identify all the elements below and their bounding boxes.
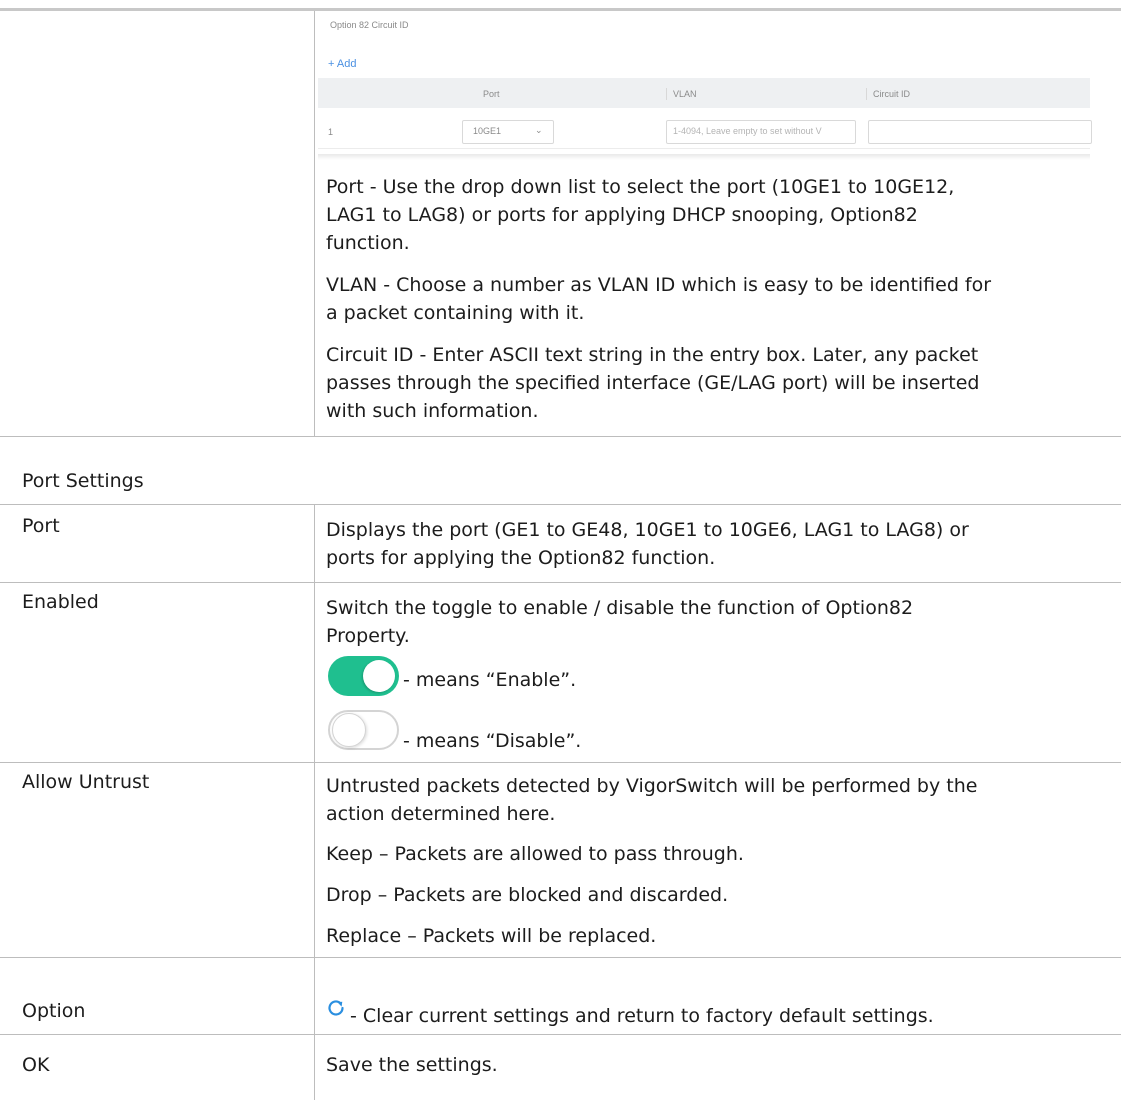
row-divider xyxy=(0,1034,1121,1035)
allow-untrust-row-line: Untrusted packets detected by VigorSwitc… xyxy=(326,775,978,797)
refresh-icon xyxy=(328,1000,344,1016)
top-border xyxy=(0,8,1121,11)
section-label: Option 82 Circuit ID xyxy=(330,20,409,30)
circuit-id-input[interactable] xyxy=(868,120,1092,144)
row-label-ok: OK xyxy=(22,1054,50,1076)
row-label-allow-untrust: Allow Untrust xyxy=(22,771,150,793)
drop-option-text: Drop – Packets are blocked and discarded… xyxy=(326,884,729,906)
chevron-down-icon: ⌄ xyxy=(535,125,543,135)
circuit-id-description-line: passes through the specified interface (… xyxy=(326,372,980,394)
column-divider xyxy=(314,11,315,436)
port-select-value: 10GE1 xyxy=(473,126,502,136)
header-separator xyxy=(666,88,667,100)
add-button[interactable]: + Add xyxy=(328,58,356,70)
port-description-line: function. xyxy=(326,232,410,254)
ok-description: Save the settings. xyxy=(326,1054,498,1076)
row-index: 1 xyxy=(328,127,334,137)
table-header xyxy=(318,78,1090,108)
row-divider xyxy=(0,957,1121,958)
replace-option-text: Replace – Packets will be replaced. xyxy=(326,925,657,947)
row-divider xyxy=(0,436,1121,437)
circuit-id-description-line: with such information. xyxy=(326,400,539,422)
port-description-line: Port - Use the drop down list to select … xyxy=(326,176,955,198)
option-description: - Clear current settings and return to f… xyxy=(350,1005,934,1027)
enabled-row-line: Property. xyxy=(326,625,410,647)
vlan-description-line: VLAN - Choose a number as VLAN ID which … xyxy=(326,274,992,296)
column-header-circuit-id: Circuit ID xyxy=(873,89,911,99)
row-divider xyxy=(0,504,1121,505)
toggle-knob xyxy=(363,660,395,692)
circuit-id-screenshot: Option 82 Circuit ID + Add Port VLAN Cir… xyxy=(318,14,1098,162)
row-label-port: Port xyxy=(22,515,60,537)
row-label-option: Option xyxy=(22,1000,86,1022)
enabled-row-line: Switch the toggle to enable / disable th… xyxy=(326,597,914,619)
header-separator xyxy=(866,88,867,100)
disable-caption: - means “Disable”. xyxy=(403,730,582,752)
circuit-id-description-line: Circuit ID - Enter ASCII text string in … xyxy=(326,344,979,366)
port-row-line: Displays the port (GE1 to GE48, 10GE1 to… xyxy=(326,519,969,541)
row-divider xyxy=(0,582,1121,583)
row-label-enabled: Enabled xyxy=(22,591,99,613)
section-header: Port Settings xyxy=(22,470,144,492)
toggle-off-icon xyxy=(328,710,399,750)
toggle-knob xyxy=(332,713,366,747)
row-divider xyxy=(0,762,1121,763)
toggle-on-icon xyxy=(328,656,399,696)
allow-untrust-row-line: action determined here. xyxy=(326,803,556,825)
column-header-vlan: VLAN xyxy=(673,89,697,99)
keep-option-text: Keep – Packets are allowed to pass throu… xyxy=(326,843,744,865)
port-description-line: LAG1 to LAG8) or ports for applying DHCP… xyxy=(326,204,918,226)
column-header-port: Port xyxy=(483,89,500,99)
vlan-description-line: a packet containing with it. xyxy=(326,302,585,324)
panel-shadow xyxy=(318,154,1090,160)
vlan-input[interactable]: 1-4094, Leave empty to set without V xyxy=(666,120,856,144)
vlan-input-placeholder: 1-4094, Leave empty to set without V xyxy=(673,126,822,136)
port-select[interactable]: 10GE1 ⌄ xyxy=(462,120,554,144)
column-divider xyxy=(314,504,315,1100)
port-row-line: ports for applying the Option82 function… xyxy=(326,547,716,569)
enable-caption: - means “Enable”. xyxy=(403,669,577,691)
